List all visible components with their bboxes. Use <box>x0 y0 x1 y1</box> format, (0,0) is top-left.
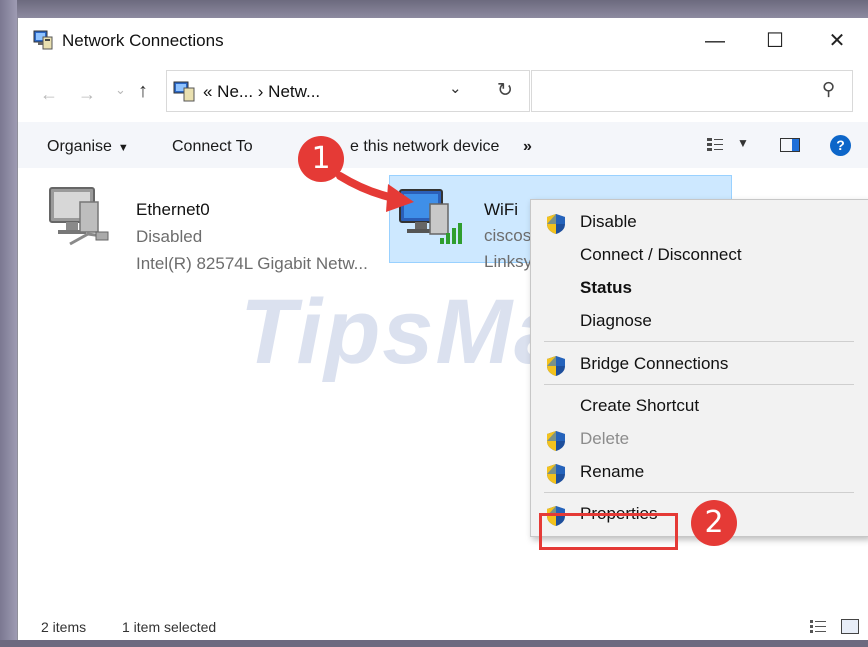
menu-separator <box>544 384 854 385</box>
desktop-frame-bottom <box>0 640 868 647</box>
address-dropdown-icon[interactable]: ⌄ <box>449 79 462 97</box>
menu-item-rename[interactable]: Rename <box>531 456 868 489</box>
menu-separator <box>544 341 854 342</box>
address-bar[interactable]: « Ne... › Netw... ⌄ ↻ <box>166 70 530 112</box>
uac-shield-icon <box>547 356 565 376</box>
uac-shield-icon <box>547 431 565 451</box>
help-icon[interactable]: ? <box>830 135 851 156</box>
callout-arrow-icon <box>336 172 414 212</box>
list-item-ethernet[interactable]: Ethernet0 Disabled Intel(R) 82574L Gigab… <box>44 178 384 273</box>
breadcrumb[interactable]: « Ne... › Netw... <box>203 82 320 102</box>
network-connections-window: Network Connections — ☐ ✕ ← → ⌄ ↑ « Ne..… <box>17 18 868 640</box>
menu-item-label: Status <box>580 278 632 297</box>
menu-separator <box>544 492 854 493</box>
desktop-frame-top <box>0 0 868 18</box>
menu-item-label: Disable <box>580 212 637 231</box>
ethernet-status: Disabled <box>136 227 203 246</box>
view-dropdown-icon[interactable]: ▼ <box>737 136 749 150</box>
close-button[interactable]: ✕ <box>814 26 860 56</box>
menu-item-label: Rename <box>580 462 645 481</box>
chevron-down-icon: ▼ <box>117 142 129 154</box>
menu-item-label: Bridge Connections <box>580 354 729 373</box>
menu-item-connect-disconnect[interactable]: Connect / Disconnect <box>531 239 868 272</box>
menu-item-bridge-connections[interactable]: Bridge Connections <box>531 348 868 381</box>
uac-shield-icon <box>547 214 565 234</box>
network-connections-icon <box>33 30 53 50</box>
refresh-icon[interactable]: ↻ <box>497 79 513 102</box>
menu-item-label: Create Shortcut <box>580 396 700 415</box>
wifi-name: WiFi <box>484 200 518 219</box>
menu-item-disable[interactable]: Disable <box>531 206 868 239</box>
connect-to-button[interactable]: Connect To <box>172 138 253 156</box>
ethernet-device: Intel(R) 82574L Gigabit Netw... <box>136 254 368 273</box>
back-arrow-icon[interactable]: ← <box>40 84 58 105</box>
search-icon[interactable]: ⚲ <box>822 79 835 100</box>
preview-pane-icon[interactable] <box>780 138 800 152</box>
menu-item-status[interactable]: Status <box>531 272 868 305</box>
disable-device-button[interactable]: e this network device <box>350 138 499 156</box>
menu-item-diagnose[interactable]: Diagnose <box>531 305 868 338</box>
selection-count: 1 item selected <box>122 619 217 635</box>
forward-arrow-icon[interactable]: → <box>78 84 96 105</box>
search-input[interactable]: ⚲ <box>531 70 853 112</box>
large-icons-view-icon[interactable] <box>841 619 859 634</box>
desktop-frame-left <box>0 0 17 647</box>
uac-shield-icon <box>547 464 565 484</box>
command-bar: Organise ▼ Connect To e this network devi… <box>18 122 868 168</box>
window-title: Network Connections <box>62 31 224 50</box>
menu-item-label: Delete <box>580 429 630 448</box>
recent-locations-icon[interactable]: ⌄ <box>115 82 126 98</box>
ethernet-adapter-icon <box>49 187 109 246</box>
organise-label: Organise <box>47 138 112 155</box>
network-folder-icon <box>173 81 195 102</box>
change-view-icon[interactable] <box>706 136 724 154</box>
more-commands-button[interactable]: » <box>523 138 532 156</box>
highlight-box <box>539 513 678 550</box>
menu-item-delete[interactable]: Delete <box>531 423 868 456</box>
title-bar: Network Connections — ☐ ✕ <box>18 18 868 64</box>
organise-menu-button[interactable]: Organise ▼ <box>47 138 129 156</box>
callout-step-2: 2 <box>691 500 737 546</box>
menu-item-create-shortcut[interactable]: Create Shortcut <box>531 390 868 423</box>
maximize-button[interactable]: ☐ <box>752 26 798 56</box>
menu-item-label: Connect / Disconnect <box>580 245 742 264</box>
ethernet-name: Ethernet0 <box>136 200 210 219</box>
context-menu: Disable Connect / Disconnect Status Diag… <box>530 199 868 550</box>
up-arrow-icon[interactable]: ↑ <box>138 80 148 103</box>
menu-item-label: Diagnose <box>580 311 652 330</box>
status-bar: 2 items 1 item selected <box>18 616 868 640</box>
item-count: 2 items <box>41 619 87 635</box>
minimize-button[interactable]: — <box>692 26 738 56</box>
details-view-icon[interactable] <box>809 619 827 634</box>
